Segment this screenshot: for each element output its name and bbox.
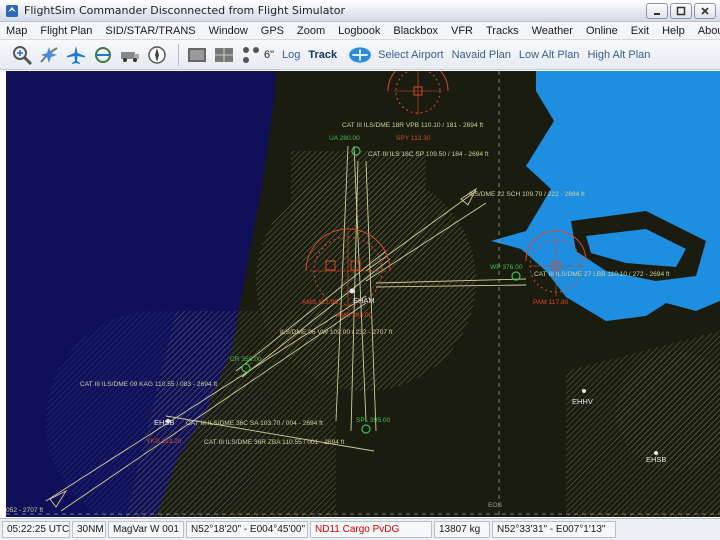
toolbar: 6" Log Track Select Airport Navaid Plan … <box>0 40 720 70</box>
menu-bar: Map Flight Plan SID/STAR/TRANS Window GP… <box>0 22 720 40</box>
radar-icon <box>243 46 259 63</box>
moving-map[interactable]: CAT III ILS/DME 18R VPB 110.10 / 181 - 2… <box>6 71 720 517</box>
close-button[interactable] <box>694 3 716 19</box>
flightplan-button[interactable] <box>37 43 61 67</box>
status-bar: 05:22:25 UTC 30NM MagVar W 001 N52°18'20… <box>0 518 720 540</box>
flightplan-icon <box>40 46 58 63</box>
label-grid-eos: EOS <box>488 502 503 509</box>
status-cursor-position: N52°33'31" - E007°1'13" <box>492 521 616 538</box>
status-alert: ND11 Cargo PvDG <box>310 521 432 538</box>
menu-weather[interactable]: Weather <box>532 25 573 37</box>
label-ils-36c: CAT III ILS/DME 36C SA 103.70 / 004 - 26… <box>186 420 323 427</box>
select-airport-icon <box>349 46 372 63</box>
aircraft-button[interactable] <box>64 43 88 67</box>
menu-logbook[interactable]: Logbook <box>338 25 380 37</box>
label-ils-18r: CAT III ILS/DME 18R VPB 110.10 / 181 - 2… <box>342 122 483 129</box>
label-ams-vor: AMS 113.95 <box>302 299 338 306</box>
label-ua-ndb: UA 280.00 <box>329 135 360 142</box>
label-eham: EHAM <box>353 296 375 305</box>
menu-exit[interactable]: Exit <box>631 25 649 37</box>
label-wp-ndb: WP 376.00 <box>490 264 523 271</box>
label-ils-06: ILS/DME 06 VW 109.00 / 232 - 2707 ft <box>280 329 393 336</box>
app-icon <box>6 4 18 17</box>
maximize-icon <box>676 6 686 16</box>
airport-search-icon <box>13 45 33 65</box>
menu-sid-star-trans[interactable]: SID/STAR/TRANS <box>105 25 195 37</box>
menu-gps[interactable]: GPS <box>261 25 284 37</box>
track-button[interactable]: Track <box>308 49 337 61</box>
label-ams-ndb: AMS 385.00 <box>336 312 373 319</box>
vehicle-icon <box>121 51 139 62</box>
label-ils-27: CAT III ILS/DME 27 LBB 110.10 / 272 - 26… <box>534 271 670 278</box>
window-controls <box>646 3 716 19</box>
menu-window[interactable]: Window <box>209 25 248 37</box>
map-view-button[interactable] <box>185 43 209 67</box>
minimize-icon <box>654 13 660 15</box>
toolbar-separator <box>178 43 179 66</box>
menu-about[interactable]: About <box>698 25 720 37</box>
status-magvar: MagVar W 001 <box>108 521 184 538</box>
airport-search-button[interactable] <box>10 43 34 67</box>
gps-readout: 6" <box>264 48 275 61</box>
label-ehsb-west: EHSB <box>154 418 174 427</box>
menu-help[interactable]: Help <box>662 25 685 37</box>
menu-online[interactable]: Online <box>586 25 618 37</box>
high-alt-plan-button[interactable]: High Alt Plan <box>587 49 650 61</box>
grid-view-icon <box>215 47 233 62</box>
label-spl-ndb: SPL 395.00 <box>356 417 391 424</box>
label-ykg-vor: YKG 113.20 <box>146 438 182 445</box>
navaid-plan-button[interactable]: Navaid Plan <box>452 49 511 61</box>
menu-map[interactable]: Map <box>6 25 27 37</box>
route-button[interactable] <box>91 43 115 67</box>
vor-spy-rose <box>387 71 449 115</box>
label-ils-22: ILS/DME 22 SCH 109.70 / 222 - 2694 ft <box>469 191 585 198</box>
label-pam-vor: PAM 117.80 <box>533 299 569 306</box>
compass-button[interactable] <box>145 43 169 67</box>
aircraft-icon <box>67 45 85 64</box>
status-range: 30NM <box>72 521 106 538</box>
vehicle-button[interactable] <box>118 43 142 67</box>
minimize-button[interactable] <box>646 3 668 19</box>
window-title: FlightSim Commander Disconnected from Fl… <box>24 4 346 17</box>
grid-view-button[interactable] <box>212 43 236 67</box>
label-cr-ndb: CR 355.00 <box>230 356 262 363</box>
select-airport-icon-button[interactable] <box>345 43 375 67</box>
label-ehhv: EHHV <box>572 397 593 406</box>
label-spy-vor: SPY 113.30 <box>396 135 431 142</box>
menu-zoom[interactable]: Zoom <box>297 25 325 37</box>
map-view-icon <box>188 47 206 62</box>
menu-tracks[interactable]: Tracks <box>486 25 519 37</box>
status-weight: 13807 kg <box>434 521 490 538</box>
label-ehsb-east: EHSB <box>646 455 666 464</box>
label-ils-bottom: 052 - 2707 ft <box>6 507 43 514</box>
low-alt-plan-button[interactable]: Low Alt Plan <box>519 49 580 61</box>
status-time: 05:22:25 UTC <box>2 521 70 538</box>
radar-button[interactable] <box>239 43 263 67</box>
log-button[interactable]: Log <box>282 49 300 61</box>
menu-flight-plan[interactable]: Flight Plan <box>40 25 92 37</box>
select-airport-button[interactable]: Select Airport <box>378 49 443 61</box>
label-ils-09: CAT III ILS/DME 09 KAG 110.55 / 083 - 26… <box>80 381 217 388</box>
menu-vfr[interactable]: VFR <box>451 25 473 37</box>
maximize-button[interactable] <box>670 3 692 19</box>
label-ils-36r: CAT III ILS/DME 36R ZBA 110.55 / 001 - 2… <box>204 439 345 446</box>
compass-icon <box>148 45 166 64</box>
menu-blackbox[interactable]: Blackbox <box>393 25 438 37</box>
close-icon <box>701 7 709 15</box>
label-ils-18c: CAT III ILS 18C SP 109.50 / 184 - 2694 f… <box>368 151 489 158</box>
title-bar: FlightSim Commander Disconnected from Fl… <box>0 0 720 22</box>
route-icon <box>95 46 111 63</box>
map-canvas[interactable]: CAT III ILS/DME 18R VPB 110.10 / 181 - 2… <box>6 71 720 517</box>
status-position: N52°18'20" - E004°45'00" <box>186 521 308 538</box>
